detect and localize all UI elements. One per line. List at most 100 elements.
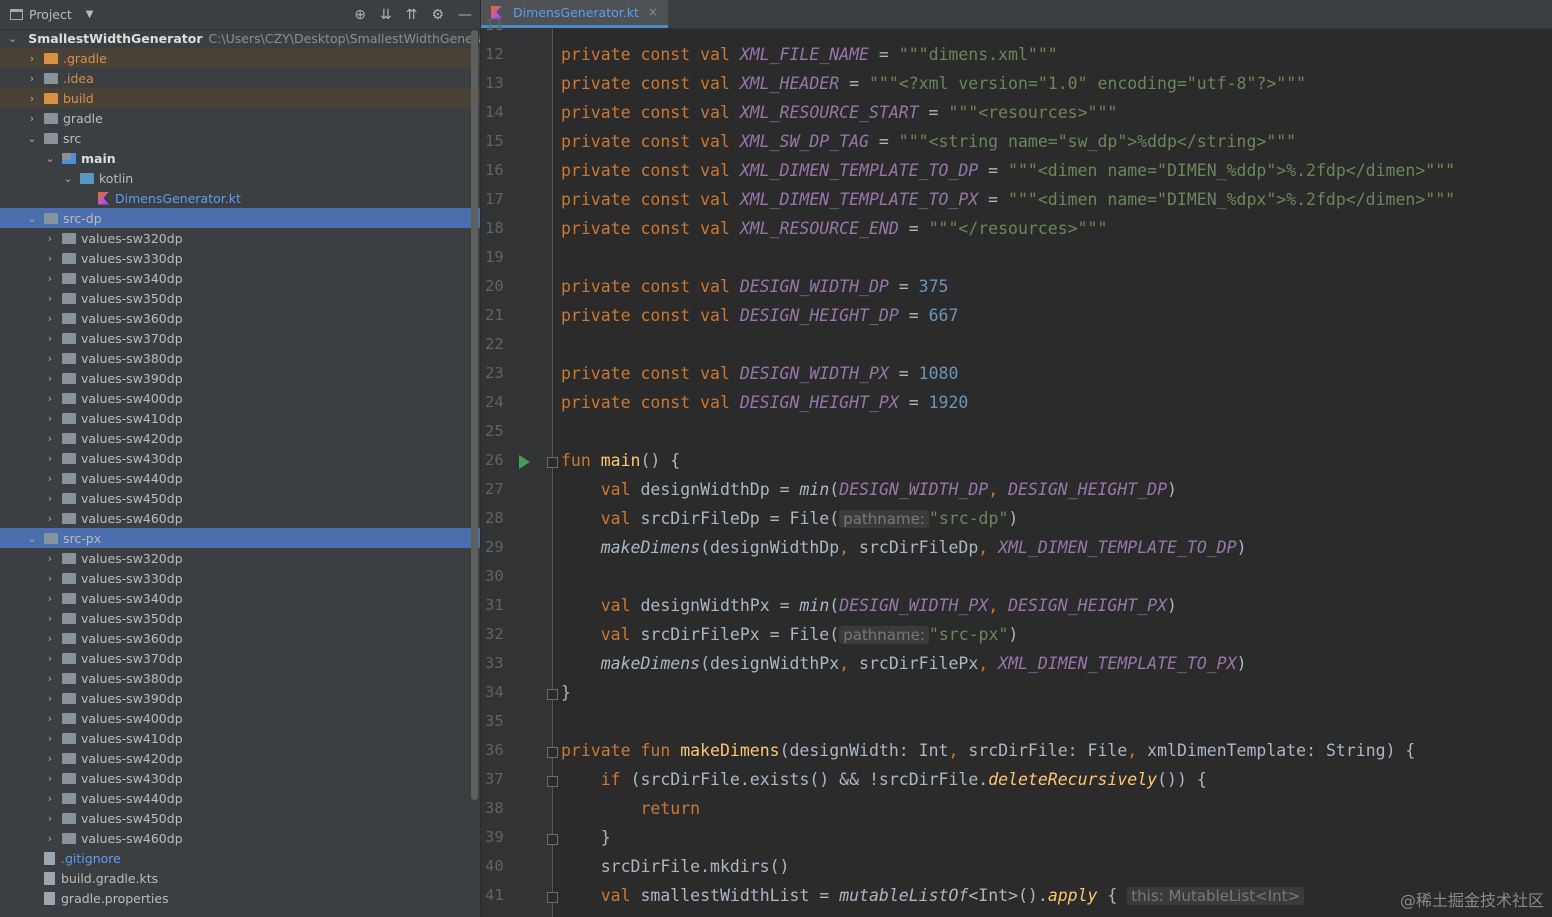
minimize-icon[interactable]: —: [458, 7, 472, 23]
chevron-right-icon[interactable]: ›: [44, 312, 56, 325]
chevron-right-icon[interactable]: ›: [44, 612, 56, 625]
tree-item-values-folder[interactable]: › values-sw350dp: [0, 608, 480, 628]
tree-item-values-folder[interactable]: › values-sw420dp: [0, 748, 480, 768]
tree-item-values-folder[interactable]: › values-sw380dp: [0, 348, 480, 368]
tree-item-values-folder[interactable]: › values-sw370dp: [0, 328, 480, 348]
tree-item-values-folder[interactable]: › values-sw420dp: [0, 428, 480, 448]
tree-item-values-folder[interactable]: › values-sw430dp: [0, 768, 480, 788]
chevron-right-icon[interactable]: ›: [44, 652, 56, 665]
tree-item-src[interactable]: ⌄ src: [0, 128, 480, 148]
tree-item-values-folder[interactable]: › values-sw450dp: [0, 488, 480, 508]
chevron-right-icon[interactable]: ›: [44, 792, 56, 805]
chevron-down-icon[interactable]: ⌄: [26, 212, 38, 225]
code-line[interactable]: private const val DESIGN_HEIGHT_DP = 667: [561, 306, 958, 325]
tree-item-values-folder[interactable]: › values-sw460dp: [0, 828, 480, 848]
chevron-right-icon[interactable]: ›: [44, 232, 56, 245]
chevron-right-icon[interactable]: ›: [44, 512, 56, 525]
code-line[interactable]: }: [561, 683, 571, 702]
tree-item-gradle-hidden[interactable]: › .gradle: [0, 48, 480, 68]
chevron-right-icon[interactable]: ›: [44, 332, 56, 345]
chevron-right-icon[interactable]: ›: [44, 292, 56, 305]
code-line[interactable]: fun main() {: [561, 451, 680, 470]
code-line[interactable]: private const val XML_RESOURCE_START = "…: [561, 103, 1117, 122]
chevron-right-icon[interactable]: ›: [44, 812, 56, 825]
chevron-right-icon[interactable]: ›: [44, 712, 56, 725]
sidebar-scrollbar[interactable]: [471, 30, 478, 800]
tree-item-values-folder[interactable]: › values-sw410dp: [0, 728, 480, 748]
chevron-right-icon[interactable]: ›: [44, 392, 56, 405]
chevron-right-icon[interactable]: ›: [44, 592, 56, 605]
tree-item-main[interactable]: ⌄ main: [0, 148, 480, 168]
tree-item-values-folder[interactable]: › values-sw360dp: [0, 308, 480, 328]
tree-item-build-gradle[interactable]: build.gradle.kts: [0, 868, 480, 888]
chevron-right-icon[interactable]: ›: [44, 352, 56, 365]
tree-item-kt-file[interactable]: DimensGenerator.kt: [0, 188, 480, 208]
chevron-right-icon[interactable]: ›: [44, 252, 56, 265]
tree-item-values-folder[interactable]: › values-sw360dp: [0, 628, 480, 648]
chevron-right-icon[interactable]: ›: [44, 552, 56, 565]
tree-item-values-folder[interactable]: › values-sw350dp: [0, 288, 480, 308]
chevron-right-icon[interactable]: ›: [44, 272, 56, 285]
chevron-down-icon[interactable]: ⌄: [8, 32, 17, 45]
chevron-right-icon[interactable]: ›: [44, 772, 56, 785]
tree-item-values-folder[interactable]: › values-sw370dp: [0, 648, 480, 668]
chevron-right-icon[interactable]: ›: [26, 72, 38, 85]
code-line[interactable]: private const val DESIGN_WIDTH_PX = 1080: [561, 364, 958, 383]
chevron-right-icon[interactable]: ›: [44, 452, 56, 465]
tree-item-src-px[interactable]: ⌄ src-px: [0, 528, 480, 548]
tree-item-values-folder[interactable]: › values-sw380dp: [0, 668, 480, 688]
tree-item-values-folder[interactable]: › values-sw320dp: [0, 228, 480, 248]
tree-item-values-folder[interactable]: › values-sw440dp: [0, 468, 480, 488]
tree-item-idea[interactable]: › .idea: [0, 68, 480, 88]
fold-marker-icon[interactable]: [547, 834, 558, 845]
tree-item-gitignore[interactable]: .gitignore: [0, 848, 480, 868]
tree-item-values-folder[interactable]: › values-sw340dp: [0, 268, 480, 288]
fold-marker-icon[interactable]: [547, 689, 558, 700]
code-line[interactable]: private const val XML_DIMEN_TEMPLATE_TO_…: [561, 190, 1455, 209]
tree-item-values-folder[interactable]: › values-sw400dp: [0, 388, 480, 408]
tree-item-values-folder[interactable]: › values-sw340dp: [0, 588, 480, 608]
run-icon[interactable]: [519, 455, 530, 469]
tree-item-values-folder[interactable]: › values-sw460dp: [0, 508, 480, 528]
chevron-right-icon[interactable]: ›: [26, 92, 38, 105]
chevron-right-icon[interactable]: ›: [44, 372, 56, 385]
fold-marker-icon[interactable]: [547, 892, 558, 903]
tree-item-values-folder[interactable]: › values-sw430dp: [0, 448, 480, 468]
chevron-right-icon[interactable]: ›: [44, 672, 56, 685]
chevron-down-icon[interactable]: ⌄: [26, 132, 38, 145]
gear-icon[interactable]: ⚙: [431, 7, 444, 23]
chevron-right-icon[interactable]: ›: [44, 752, 56, 765]
fold-marker-icon[interactable]: [547, 747, 558, 758]
close-icon[interactable]: ×: [648, 5, 658, 19]
chevron-down-icon[interactable]: ▼: [86, 9, 94, 20]
tree-root[interactable]: ⌄ SmallestWidthGenerator C:\Users\CZY\De…: [0, 28, 480, 48]
tree-item-values-folder[interactable]: › values-sw390dp: [0, 368, 480, 388]
code-line[interactable]: val srcDirFileDp = File(pathname: "src-dp…: [561, 509, 1018, 528]
code-line[interactable]: private const val XML_RESOURCE_END = """…: [561, 219, 1107, 238]
code-line[interactable]: makeDimens(designWidthPx, srcDirFilePx, …: [561, 654, 1247, 673]
tree-item-gradle-properties[interactable]: gradle.properties: [0, 888, 480, 908]
chevron-right-icon[interactable]: ›: [44, 572, 56, 585]
tree-item-kotlin[interactable]: ⌄ kotlin: [0, 168, 480, 188]
chevron-right-icon[interactable]: ›: [26, 52, 38, 65]
tree-item-values-folder[interactable]: › values-sw450dp: [0, 808, 480, 828]
chevron-right-icon[interactable]: ›: [44, 472, 56, 485]
code-line[interactable]: srcDirFile.mkdirs(): [561, 857, 790, 876]
chevron-right-icon[interactable]: ›: [26, 112, 38, 125]
code-line[interactable]: val designWidthPx = min(DESIGN_WIDTH_PX,…: [561, 596, 1177, 615]
code-line[interactable]: private fun makeDimens(designWidth: Int,…: [561, 741, 1415, 760]
code-line[interactable]: }: [561, 828, 611, 847]
code-line[interactable]: private const val DESIGN_HEIGHT_PX = 192…: [561, 393, 968, 412]
tree-item-gradle[interactable]: › gradle: [0, 108, 480, 128]
tree-item-values-folder[interactable]: › values-sw390dp: [0, 688, 480, 708]
tree-item-values-folder[interactable]: › values-sw440dp: [0, 788, 480, 808]
chevron-right-icon[interactable]: ›: [44, 692, 56, 705]
project-view-selector[interactable]: Project ▼: [10, 7, 93, 22]
chevron-right-icon[interactable]: ›: [44, 412, 56, 425]
code-area[interactable]: 11 12 13 14 15 16 17 18 19 20 21 22 23 24 25 26 27 28 29 30…: [481, 16, 1552, 917]
chevron-down-icon[interactable]: ⌄: [26, 532, 38, 545]
chevron-right-icon[interactable]: ›: [44, 632, 56, 645]
tree-item-values-folder[interactable]: › values-sw400dp: [0, 708, 480, 728]
code-line[interactable]: val srcDirFilePx = File(pathname: "src-px…: [561, 625, 1018, 644]
collapse-all-icon[interactable]: ⇈: [406, 7, 418, 23]
